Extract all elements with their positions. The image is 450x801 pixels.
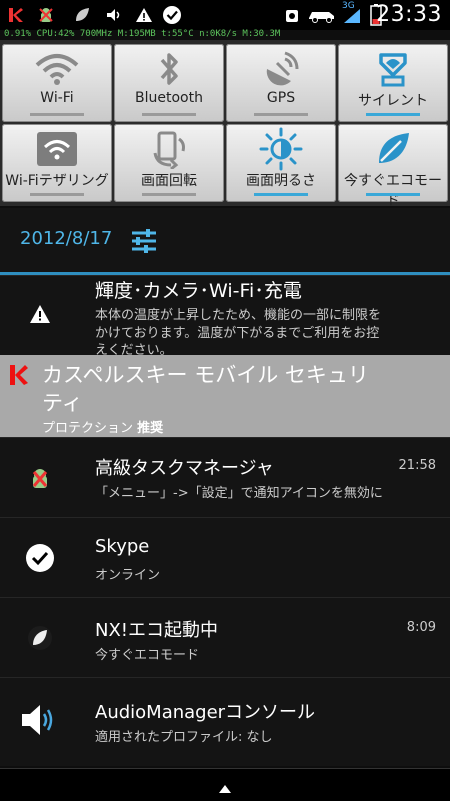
gps-state-bar — [254, 113, 308, 116]
bluetooth-label: Bluetooth — [135, 90, 203, 106]
eco-mode-toggle[interactable]: 今すぐエコモード — [338, 124, 448, 209]
notification-title-line2: ティ — [42, 391, 83, 415]
settings-sliders-icon[interactable] — [130, 228, 158, 254]
panel-close-handle[interactable] — [0, 768, 450, 801]
leaf-icon — [20, 618, 60, 658]
kaspersky-icon — [8, 363, 30, 387]
notification-text: 「メニュー」->「設定」で通知アイコンを無効に — [95, 486, 383, 501]
screen-brightness-state-bar — [254, 193, 308, 196]
network-type-label: 3G — [342, 1, 355, 11]
status-bar: 3G 23:33 — [0, 0, 450, 30]
brightness-icon — [226, 127, 336, 171]
wifi-toggle[interactable]: Wi-Fi — [2, 44, 112, 122]
notification-text: 今すぐエコモード — [95, 648, 200, 663]
screen-rotation-state-bar — [142, 193, 196, 196]
wifi-label: Wi-Fi — [40, 90, 74, 106]
check-icon — [162, 5, 182, 25]
task-manager-icon — [20, 458, 60, 498]
alarm-icon — [282, 5, 302, 25]
wifi-tethering-toggle[interactable]: Wi-Fiテザリング — [2, 124, 112, 202]
eco-icon — [338, 128, 448, 170]
gps-toggle[interactable]: GPS — [226, 44, 336, 122]
notification-kaspersky[interactable]: カスペルスキー モバイル セキュリ ティ プロテクション 推奨 — [0, 355, 450, 437]
skype-icon — [20, 538, 60, 578]
silent-icon — [338, 48, 448, 90]
speaker-icon — [20, 700, 60, 740]
notification-sub-bold: 推奨 — [137, 421, 164, 436]
notification-title-line1: カスペルスキー モバイル セキュリ — [42, 363, 369, 387]
signal-icon: 3G — [342, 1, 362, 25]
bluetooth-icon — [114, 48, 224, 90]
sound-icon — [104, 5, 124, 25]
clock: 23:33 — [376, 2, 442, 27]
notification-title: Skype — [95, 536, 150, 557]
notification-title: AudioManagerコンソール — [95, 702, 316, 723]
date-bar: 2012/8/17 — [0, 208, 450, 275]
silent-state-bar — [366, 113, 420, 116]
gps-label: GPS — [266, 90, 296, 106]
notification-time: 21:58 — [398, 458, 436, 473]
notification-text-line1: 本体の温度が上昇したため、機能の一部に制限を — [95, 308, 382, 323]
screen-brightness-label: 画面明るさ — [246, 173, 316, 189]
notification-title: 高級タスクマネージャ — [95, 458, 274, 479]
warning-icon — [20, 294, 60, 334]
notification-text: 適用されたプロファイル: なし — [95, 730, 273, 745]
wifi-state-bar — [30, 113, 84, 116]
eco-mode-state-bar — [366, 193, 420, 196]
android-icon — [36, 5, 56, 25]
warning-icon — [134, 5, 154, 25]
screen-rotation-label: 画面回転 — [141, 173, 197, 189]
notification-sub-label: プロテクション — [42, 421, 134, 436]
wifi-icon — [2, 48, 112, 90]
notification-thermal-warning[interactable]: 輝度･カメラ･Wi-Fi･充電 本体の温度が上昇したため、機能の一部に制限を か… — [0, 275, 450, 358]
notification-time: 8:09 — [406, 620, 436, 635]
notification-title: NX!エコ起動中 — [95, 620, 219, 641]
notification-text: オンライン — [95, 568, 161, 583]
silent-toggle[interactable]: サイレント — [338, 44, 448, 122]
leaf-icon — [72, 5, 92, 25]
screen-rotation-toggle[interactable]: 画面回転 — [114, 124, 224, 202]
notification-title: 輝度･カメラ･Wi-Fi･充電 — [95, 280, 302, 302]
notification-subtext: プロテクション 推奨 — [42, 417, 163, 436]
wifi-tethering-state-bar — [30, 193, 84, 196]
kaspersky-icon — [6, 5, 26, 25]
eco-mode-label: 今すぐエコモード — [344, 173, 442, 209]
bluetooth-state-bar — [142, 113, 196, 116]
date-label: 2012/8/17 — [20, 228, 113, 249]
quick-settings-panel: Wi-Fi Bluetooth GPS サイレント Wi-Fiテザリング 画面回… — [0, 40, 450, 209]
car-icon — [306, 5, 338, 25]
notification-nx-eco[interactable]: NX!エコ起動中 8:09 今すぐエコモード — [0, 597, 450, 678]
silent-label: サイレント — [358, 93, 428, 109]
bluetooth-toggle[interactable]: Bluetooth — [114, 44, 224, 122]
screen-brightness-toggle[interactable]: 画面明るさ — [226, 124, 336, 202]
notification-skype[interactable]: Skype オンライン — [0, 517, 450, 598]
wifi-tethering-label: Wi-Fiテザリング — [5, 173, 109, 189]
rotate-icon — [114, 128, 224, 170]
gps-icon — [226, 48, 336, 90]
wifi-tether-icon — [2, 128, 112, 170]
notification-task-manager[interactable]: 高級タスクマネージャ 21:58 「メニュー」->「設定」で通知アイコンを無効に — [0, 437, 450, 518]
notification-audio-manager[interactable]: AudioManagerコンソール 適用されたプロファイル: なし — [0, 677, 450, 766]
chevron-up-icon — [218, 779, 232, 798]
